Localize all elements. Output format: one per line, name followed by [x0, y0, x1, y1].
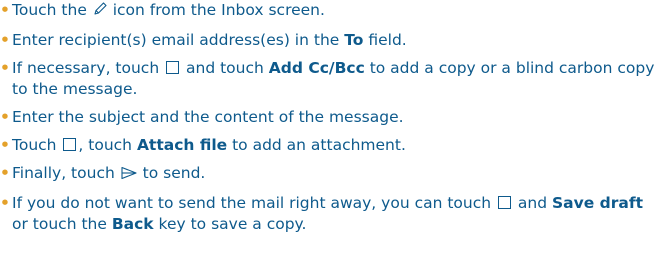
item-text: Touch — [12, 136, 62, 154]
bullet: • — [0, 59, 10, 77]
item-text: , touch — [78, 136, 137, 154]
menu-box-icon — [498, 196, 511, 209]
item-text: and — [513, 194, 553, 212]
item-text: and touch — [181, 59, 269, 77]
bold-term: Back — [111, 215, 154, 233]
item-text: If you do not want to send the mail righ… — [12, 194, 496, 212]
bold-term: Save draft — [552, 194, 644, 212]
item-text: Enter the subject and the content of the… — [12, 108, 404, 126]
list-item: • Enter recipient(s) email address(es) i… — [0, 30, 655, 51]
item-text: icon from the Inbox screen. — [107, 1, 325, 19]
item-text: Enter recipient(s) email address(es) in … — [12, 31, 345, 49]
send-arrow-icon — [120, 165, 138, 186]
item-text: Touch the — [12, 1, 92, 19]
item-text: to send. — [137, 164, 206, 182]
item-text: field. — [363, 31, 407, 49]
instruction-list: • Touch the icon from the Inbox screen. … — [0, 0, 655, 235]
bold-term: Attach file — [136, 136, 228, 154]
pencil-compose-icon — [92, 1, 108, 23]
list-item: • Touch , touch Attach file to add an at… — [0, 135, 655, 156]
item-text: If necessary, touch — [12, 59, 165, 77]
bullet: • — [0, 164, 10, 182]
bullet: • — [0, 136, 10, 154]
list-item: • Touch the icon from the Inbox screen. — [0, 0, 655, 23]
item-text: key to save a copy. — [153, 215, 307, 233]
bullet: • — [0, 108, 10, 126]
list-item: • Enter the subject and the content of t… — [0, 107, 655, 128]
bold-term: Add Cc/Bcc — [268, 59, 365, 77]
list-item: • If you do not want to send the mail ri… — [0, 193, 655, 235]
menu-box-icon — [166, 61, 180, 74]
bullet: • — [0, 1, 10, 19]
menu-box-icon — [63, 138, 77, 151]
bullet: • — [0, 31, 10, 49]
bullet: • — [0, 194, 10, 212]
item-text: Finally, touch — [12, 164, 120, 182]
list-item: • Finally, touch to send. — [0, 163, 655, 186]
item-text: or touch the — [12, 215, 112, 233]
item-text: to add an attachment. — [227, 136, 406, 154]
list-item: • If necessary, touch and touch Add Cc/B… — [0, 58, 655, 100]
bold-term: To — [344, 31, 364, 49]
